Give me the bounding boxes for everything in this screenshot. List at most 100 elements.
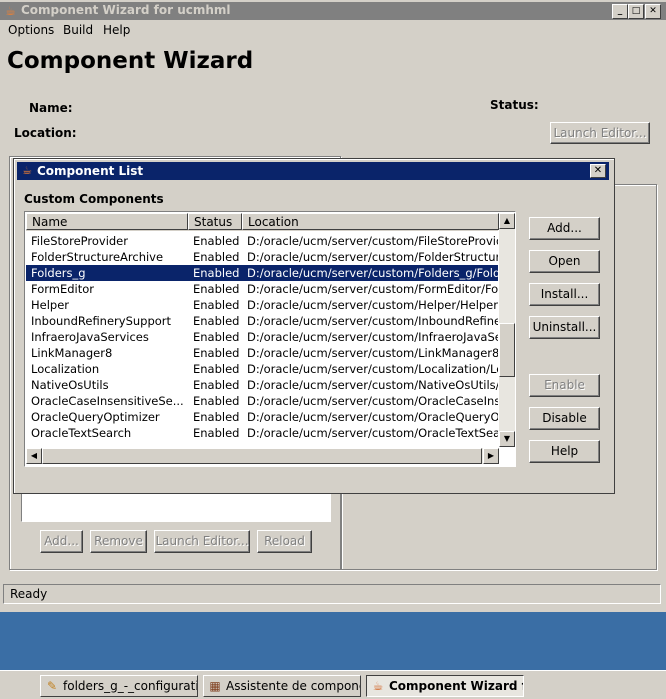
close-button[interactable]: ✕ [645, 4, 661, 19]
component-location-cell: D:/oracle/ucm/server/custom/OracleCaseIn… [247, 394, 498, 408]
java-cup-icon: ☕ [22, 164, 32, 177]
table-row[interactable]: LinkManager8 Enabled D:/oracle/ucm/server/… [26, 345, 498, 361]
scroll-right-icon[interactable]: ▶ [483, 448, 499, 464]
component-name-cell: InfraeroJavaServices [31, 330, 149, 344]
components-table[interactable]: Name Status Location FileStoreProvider En… [24, 211, 516, 467]
table-row[interactable]: InfraeroJavaServices Enabled D:/oracle/ucm… [26, 329, 498, 345]
files-list[interactable] [21, 492, 331, 522]
component-location-cell: D:/oracle/ucm/server/custom/FormEditor/F… [247, 282, 498, 296]
add-component-button[interactable]: Add... [529, 217, 600, 240]
component-location-cell: D:/oracle/ucm/server/custom/Folders_g/Fo… [247, 266, 498, 280]
table-row[interactable]: Folders_g Enabled D:/oracle/ucm/server/cus… [26, 265, 498, 281]
dialog-title-bar: ☕ Component List ✕ [17, 162, 609, 180]
launch-editor-file-button[interactable]: Launch Editor... [154, 530, 250, 553]
window-title: Component Wizard for ucmhml [21, 3, 231, 17]
minimize-button[interactable]: _ [612, 4, 628, 19]
component-location-cell: D:/oracle/ucm/server/custom/FileStorePro… [247, 234, 498, 248]
horizontal-scrollbar[interactable]: ◀ ▶ [26, 448, 499, 464]
component-location-cell: D:/oracle/ucm/server/custom/Localization… [247, 362, 498, 376]
location-label: Location: [14, 126, 77, 140]
java-cup-icon: ☕ [372, 679, 384, 693]
component-status-cell: Enabled [193, 394, 240, 408]
component-status-cell: Enabled [193, 362, 240, 376]
component-status-cell: Enabled [193, 410, 240, 424]
component-location-cell: D:/oracle/ucm/server/custom/LinkManager8… [247, 346, 498, 360]
wizard-icon: ▦ [209, 679, 221, 693]
table-row[interactable]: FileStoreProvider Enabled D:/oracle/ucm/se… [26, 233, 498, 249]
table-row[interactable]: InboundRefinerySupport Enabled D:/oracle/u… [26, 313, 498, 329]
component-status-cell: Enabled [193, 314, 240, 328]
table-body: FileStoreProvider Enabled D:/oracle/ucm/se… [26, 233, 498, 448]
launch-editor-button[interactable]: Launch Editor... [550, 122, 650, 144]
status-bar: Ready [3, 584, 661, 604]
vertical-scroll-thumb[interactable] [499, 323, 515, 377]
table-row[interactable]: NativeOsUtils Enabled D:/oracle/ucm/server… [26, 377, 498, 393]
component-name-cell: OracleQueryOptimizer [31, 410, 160, 424]
menu-options[interactable]: Options [8, 23, 54, 37]
menu-help[interactable]: Help [103, 23, 130, 37]
component-name-cell: Localization [31, 362, 100, 376]
taskbar-item-label: Assistente de componentes [226, 679, 360, 693]
component-location-cell: D:/oracle/ucm/server/custom/OracleQueryO… [247, 410, 498, 424]
component-name-cell: LinkManager8 [31, 346, 113, 360]
table-row[interactable]: OracleCaseInsensitiveSe... Enabled D:/orac… [26, 393, 498, 409]
reload-button[interactable]: Reload [257, 530, 312, 553]
component-status-cell: Enabled [193, 234, 240, 248]
disable-component-button[interactable]: Disable [529, 407, 600, 430]
component-name-cell: InboundRefinerySupport [31, 314, 172, 328]
column-header-status[interactable]: Status [188, 213, 242, 230]
component-status-cell: Enabled [193, 426, 240, 440]
table-row[interactable]: FormEditor Enabled D:/oracle/ucm/server/cu… [26, 281, 498, 297]
component-status-cell: Enabled [193, 266, 240, 280]
table-row[interactable]: FolderStructureArchive Enabled D:/oracle/u… [26, 249, 498, 265]
component-name-cell: FormEditor [31, 282, 95, 296]
column-header-name[interactable]: Name [26, 213, 188, 230]
table-row[interactable]: OracleQueryOptimizer Enabled D:/oracle/ucm… [26, 409, 498, 425]
java-cup-icon: ☕ [5, 4, 16, 18]
component-status-cell: Enabled [193, 346, 240, 360]
vertical-scrollbar[interactable]: ▲ ▼ [499, 213, 515, 447]
component-location-cell: D:/oracle/ucm/server/custom/Helper/Helpe… [247, 298, 498, 312]
component-name-cell: Folders_g [31, 266, 86, 280]
uninstall-component-button[interactable]: Uninstall... [529, 316, 600, 339]
maximize-button[interactable]: □ [628, 4, 644, 19]
table-row[interactable]: OracleTextSearch Enabled D:/oracle/ucm/ser… [26, 425, 498, 441]
menu-bar: Options Build Help [0, 20, 666, 40]
taskbar-item-folders-config[interactable]: ✎ folders_g_-_configuratio... [40, 675, 198, 697]
scroll-up-icon[interactable]: ▲ [499, 213, 515, 229]
taskbar: ✎ folders_g_-_configuratio... ▦ Assisten… [0, 670, 666, 699]
open-component-button[interactable]: Open [529, 250, 600, 273]
help-button[interactable]: Help [529, 440, 600, 463]
scroll-down-icon[interactable]: ▼ [499, 431, 515, 447]
dialog-close-button[interactable]: ✕ [590, 164, 606, 178]
component-location-cell: D:/oracle/ucm/server/custom/InfraeroJava… [247, 330, 498, 344]
table-row[interactable]: Helper Enabled D:/oracle/ucm/server/custom… [26, 297, 498, 313]
component-name-cell: OracleCaseInsensitiveSe... [31, 394, 184, 408]
column-header-location[interactable]: Location [242, 213, 499, 230]
component-location-cell: D:/oracle/ucm/server/custom/FolderStruct… [247, 250, 498, 264]
table-header: Name Status Location [26, 213, 499, 231]
name-label: Name: [29, 101, 73, 115]
remove-file-button[interactable]: Remove [90, 530, 147, 553]
component-status-cell: Enabled [193, 330, 240, 344]
table-row[interactable]: Localization Enabled D:/oracle/ucm/server/… [26, 361, 498, 377]
status-label: Status: [490, 98, 539, 112]
taskbar-item-label: folders_g_-_configuratio... [63, 679, 198, 693]
horizontal-scroll-thumb[interactable] [42, 448, 482, 464]
taskbar-item-assistente[interactable]: ▦ Assistente de componentes [203, 675, 361, 697]
component-location-cell: D:/oracle/ucm/server/custom/OracleTextSe… [247, 426, 498, 440]
install-component-button[interactable]: Install... [529, 283, 600, 306]
page-title: Component Wizard [7, 48, 254, 74]
component-list-dialog: ☕ Component List ✕ Custom Components Nam… [13, 158, 615, 494]
custom-components-label: Custom Components [24, 192, 164, 206]
scroll-left-icon[interactable]: ◀ [26, 448, 42, 464]
dialog-title: Component List [37, 164, 144, 178]
menu-build[interactable]: Build [63, 23, 93, 37]
component-name-cell: Helper [31, 298, 70, 312]
component-name-cell: FolderStructureArchive [31, 250, 164, 264]
taskbar-item-component-wizard[interactable]: ☕ Component Wizard fo... [366, 675, 524, 697]
component-status-cell: Enabled [193, 378, 240, 392]
enable-component-button[interactable]: Enable [529, 374, 600, 397]
add-file-button[interactable]: Add... [40, 530, 83, 553]
component-name-cell: NativeOsUtils [31, 378, 109, 392]
